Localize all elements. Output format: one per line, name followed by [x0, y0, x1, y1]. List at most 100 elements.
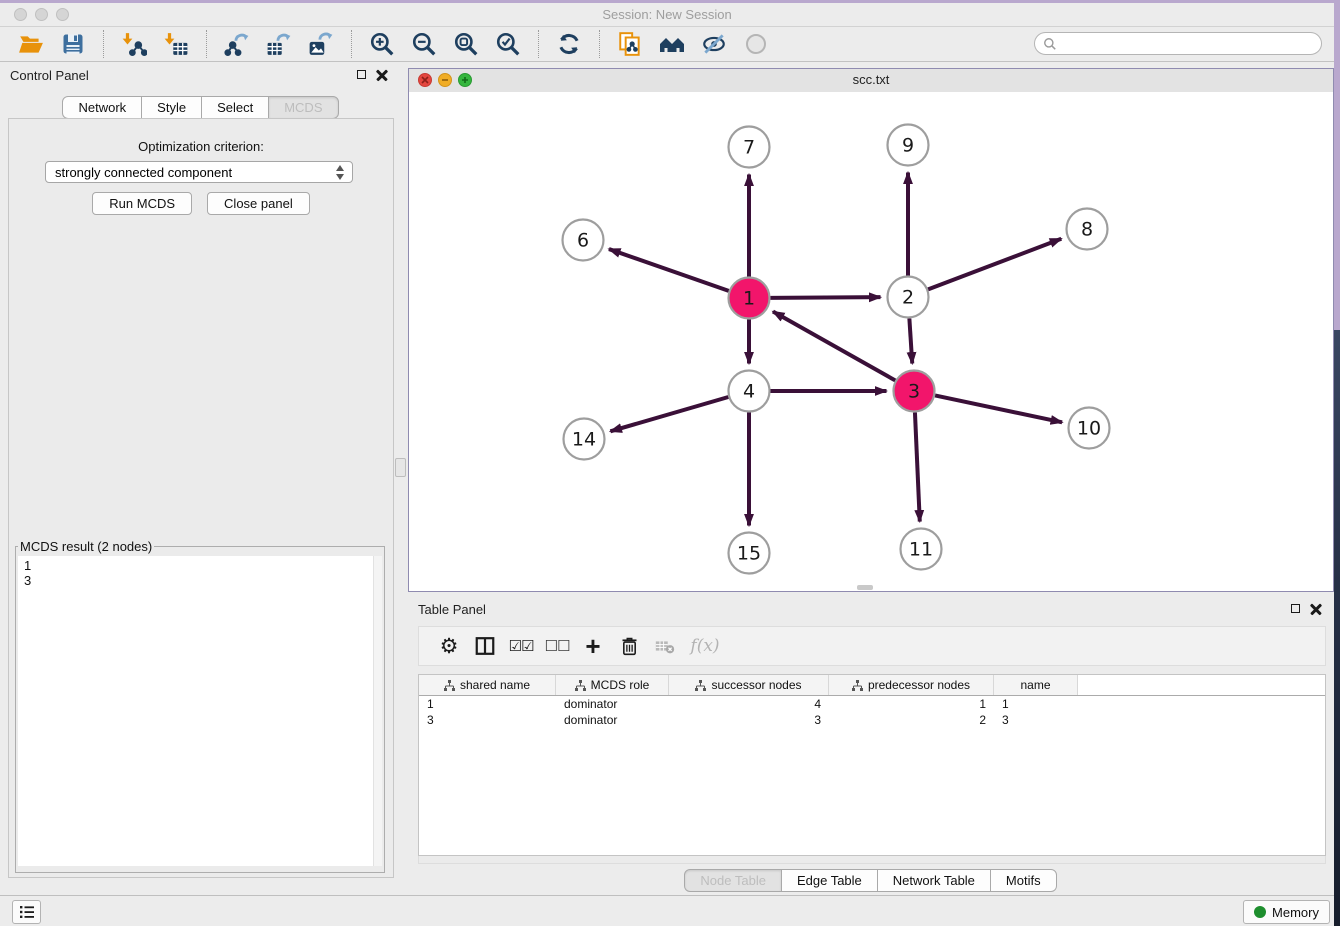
- hide-graphics-button[interactable]: [698, 29, 730, 59]
- table-tab-motifs[interactable]: Motifs: [990, 869, 1057, 892]
- canvas-scrollbar-handle[interactable]: [857, 585, 873, 590]
- close-panel-icon[interactable]: [376, 69, 388, 81]
- node-table: shared nameMCDS rolesuccessor nodes prede…: [418, 674, 1326, 856]
- float-panel-icon[interactable]: [357, 70, 366, 79]
- column-label: name: [1020, 678, 1050, 692]
- close-table-panel-icon[interactable]: [1310, 603, 1322, 615]
- export-image-icon: [308, 31, 334, 57]
- graph-node-label: 2: [902, 287, 914, 309]
- unchecked-boxes-icon: ☐☐: [545, 637, 570, 655]
- zoom-out-button[interactable]: [408, 29, 440, 59]
- column-header-MCDS-role[interactable]: MCDS role: [556, 675, 669, 695]
- graph-edge-4-14[interactable]: [610, 397, 728, 431]
- search-input[interactable]: [1057, 34, 1321, 54]
- function-builder-button: f(x): [683, 636, 727, 656]
- houses-icon: [658, 31, 686, 57]
- graph-edge-3-11[interactable]: [915, 412, 920, 521]
- tab-style[interactable]: Style: [141, 96, 202, 119]
- mcds-result-text[interactable]: 1 3: [18, 556, 374, 866]
- export-table-button[interactable]: [263, 29, 295, 59]
- table-tab-edge-table[interactable]: Edge Table: [781, 869, 878, 892]
- first-neighbors-button[interactable]: [656, 29, 688, 59]
- network-graph: 7968124314101511: [409, 92, 1333, 591]
- toolbar-separator: [351, 30, 352, 58]
- column-header-shared-name[interactable]: shared name: [419, 675, 556, 695]
- table-tab-network-table[interactable]: Network Table: [877, 869, 991, 892]
- deselect-all-button[interactable]: ☐☐: [539, 637, 575, 655]
- float-table-panel-icon[interactable]: [1291, 604, 1300, 613]
- delete-row-button[interactable]: [611, 635, 647, 657]
- zoom-in-icon: [369, 31, 395, 57]
- mcds-tab-content: Optimization criterion: strongly connect…: [8, 118, 394, 878]
- tab-select[interactable]: Select: [201, 96, 269, 119]
- table-row[interactable]: 3dominator323: [419, 712, 1325, 728]
- toggle-column-pane-button[interactable]: [467, 635, 503, 657]
- control-panel: Control Panel NetworkStyleSelectMCDS Opt…: [0, 62, 402, 896]
- column-header-name[interactable]: name: [994, 675, 1078, 695]
- zoom-fit-button[interactable]: [450, 29, 482, 59]
- table-tab-node-table[interactable]: Node Table: [684, 869, 782, 892]
- table-hscrollbar[interactable]: [418, 856, 1326, 864]
- graph-edge-1-2[interactable]: [770, 297, 880, 298]
- checked-boxes-icon: ☑☑: [509, 637, 534, 655]
- tab-mcds[interactable]: MCDS: [268, 96, 338, 119]
- zoom-in-button[interactable]: [366, 29, 398, 59]
- table-panel-title: Table Panel: [418, 602, 486, 617]
- add-column-button[interactable]: +: [575, 636, 611, 656]
- gear-icon: ⚙: [440, 634, 459, 658]
- refresh-view-button[interactable]: [553, 29, 585, 59]
- optimization-value: strongly connected component: [55, 165, 232, 180]
- import-table-button[interactable]: [160, 29, 192, 59]
- column-header-predecessor-nodes[interactable]: predecessor nodes: [829, 675, 994, 695]
- graph-edge-3-10[interactable]: [935, 395, 1062, 422]
- trash-icon: [619, 635, 640, 657]
- optimization-select[interactable]: strongly connected component: [45, 161, 353, 183]
- zoom-selected-button[interactable]: [492, 29, 524, 59]
- graph-edge-3-1[interactable]: [773, 312, 895, 381]
- close-panel-button[interactable]: Close panel: [207, 192, 310, 215]
- network-canvas[interactable]: 7968124314101511: [409, 92, 1333, 591]
- search-box: [1034, 32, 1322, 55]
- application-window: Session: New Session: [0, 0, 1340, 926]
- import-network-button[interactable]: [118, 29, 150, 59]
- select-all-button[interactable]: ☑☑: [503, 637, 539, 655]
- table-body: 1dominator4113dominator323: [419, 696, 1325, 728]
- eye-disabled-button: [740, 29, 772, 59]
- control-panel-title: Control Panel: [10, 68, 89, 83]
- table-row[interactable]: 1dominator411: [419, 696, 1325, 712]
- export-network-button[interactable]: [221, 29, 253, 59]
- graph-edge-2-8[interactable]: [928, 239, 1061, 290]
- save-session-button[interactable]: [57, 29, 89, 59]
- table-cell: 3: [994, 713, 1078, 727]
- fx-icon: f(x): [690, 636, 719, 656]
- tree-sort-icon: [444, 680, 455, 691]
- toolbar-separator: [103, 30, 104, 58]
- column-label: predecessor nodes: [868, 678, 970, 692]
- memory-button[interactable]: Memory: [1243, 900, 1330, 924]
- main-toolbar: [0, 26, 1334, 62]
- graph-node-label: 14: [572, 429, 596, 451]
- panel-divider-handle[interactable]: [395, 458, 406, 477]
- mcds-result-title: MCDS result (2 nodes): [18, 539, 154, 554]
- graph-edge-2-3[interactable]: [909, 318, 912, 363]
- duplicate-network-button[interactable]: [614, 29, 646, 59]
- graph-edge-1-6[interactable]: [609, 249, 729, 291]
- column-header-successor-nodes[interactable]: successor nodes: [669, 675, 829, 695]
- table-toolbar: ⚙ ☑☑ ☐☐ +: [418, 626, 1326, 666]
- select-stepper-icon: [336, 165, 345, 180]
- export-image-button[interactable]: [305, 29, 337, 59]
- table-cell: 1: [829, 697, 994, 711]
- run-mcds-button[interactable]: Run MCDS: [92, 192, 192, 215]
- table-panel: Table Panel ⚙ ☑☑ ☐☐ +: [408, 596, 1334, 896]
- table-settings-button[interactable]: ⚙: [431, 634, 467, 658]
- eye-disabled-icon: [744, 32, 768, 56]
- task-history-button[interactable]: [12, 900, 41, 924]
- import-network-icon: [121, 31, 147, 57]
- tab-network[interactable]: Network: [62, 96, 142, 119]
- delete-table-button: [647, 635, 683, 657]
- graph-node-label: 9: [902, 135, 914, 157]
- result-scrollbar[interactable]: [373, 556, 382, 866]
- export-table-icon: [266, 31, 292, 57]
- open-session-button[interactable]: [15, 29, 47, 59]
- window-frame-top: [0, 0, 1340, 3]
